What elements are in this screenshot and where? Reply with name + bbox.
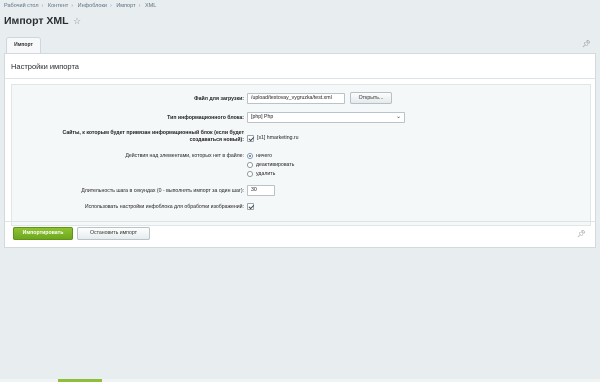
file-path-input[interactable]: /upload/testovay_vygruzka/test.xml xyxy=(247,93,345,104)
site-checkbox[interactable] xyxy=(247,135,254,142)
breadcrumb-item-import[interactable]: Импорт xyxy=(116,3,135,9)
divider xyxy=(5,78,595,79)
stop-import-button[interactable]: Остановить импорт xyxy=(77,227,150,240)
site-checkbox-label: [s1] hmarketing.ru xyxy=(257,135,299,141)
radio-delete-label: удалить xyxy=(256,171,276,177)
divider xyxy=(5,221,595,222)
star-icon[interactable]: ☆ xyxy=(73,16,81,27)
breadcrumb-separator: › xyxy=(138,3,141,9)
file-label: Файл для загрузки: xyxy=(194,96,244,102)
pin-icon[interactable]: 📌︎ xyxy=(577,230,586,238)
breadcrumb-separator: › xyxy=(41,3,44,9)
breadcrumb-item-content[interactable]: Контент xyxy=(48,3,68,9)
chevron-down-icon: ⌄ xyxy=(395,114,401,120)
pin-icon[interactable]: 📌︎ xyxy=(582,40,591,48)
import-button[interactable]: Импортировать xyxy=(13,227,73,240)
breadcrumb-separator: › xyxy=(71,3,74,9)
iblock-type-select[interactable]: [php] Php ⌄ xyxy=(247,112,405,123)
radio-deactivate[interactable] xyxy=(247,162,253,168)
settings-panel: Настройки импорта Файл для загрузки: /up… xyxy=(4,53,596,248)
tab-import[interactable]: Импорт xyxy=(6,37,41,53)
image-settings-checkbox[interactable] xyxy=(247,203,254,210)
breadcrumb: Рабочий стол › Контент › Инфоблоки › Импорт… xyxy=(4,3,156,9)
step-duration-input[interactable]: 30 xyxy=(247,185,275,196)
image-settings-label: Использовать настройки инфоблока для обр… xyxy=(84,204,244,210)
breadcrumb-item-desktop[interactable]: Рабочий стол xyxy=(4,3,39,9)
breadcrumb-item-xml: XML xyxy=(144,3,157,9)
form-area: Файл для загрузки: /upload/testovay_vygr… xyxy=(11,84,591,226)
missing-action-label: Действия над элементами, которых нет в ф… xyxy=(125,153,244,159)
breadcrumb-separator: › xyxy=(109,3,112,9)
page-title: Импорт XML xyxy=(4,15,69,27)
iblock-type-value: [php] Php xyxy=(251,114,274,120)
radio-nothing[interactable] xyxy=(247,153,253,159)
radio-nothing-label: ничего xyxy=(256,153,273,159)
iblock-type-label: Тип информационного блока: xyxy=(167,115,244,121)
panel-title: Настройки импорта xyxy=(11,62,79,71)
radio-delete[interactable] xyxy=(247,171,253,177)
tab-bar: Импорт 📌︎ xyxy=(4,37,596,53)
sites-label: Сайты, к которым будет привязан информац… xyxy=(62,130,244,143)
radio-deactivate-label: деактивировать xyxy=(256,162,295,168)
open-file-button[interactable]: Открыть... xyxy=(350,92,392,104)
step-label: Длительность шага в секундах (0 - выполн… xyxy=(81,188,244,194)
breadcrumb-item-iblocks[interactable]: Инфоблоки xyxy=(78,3,107,9)
